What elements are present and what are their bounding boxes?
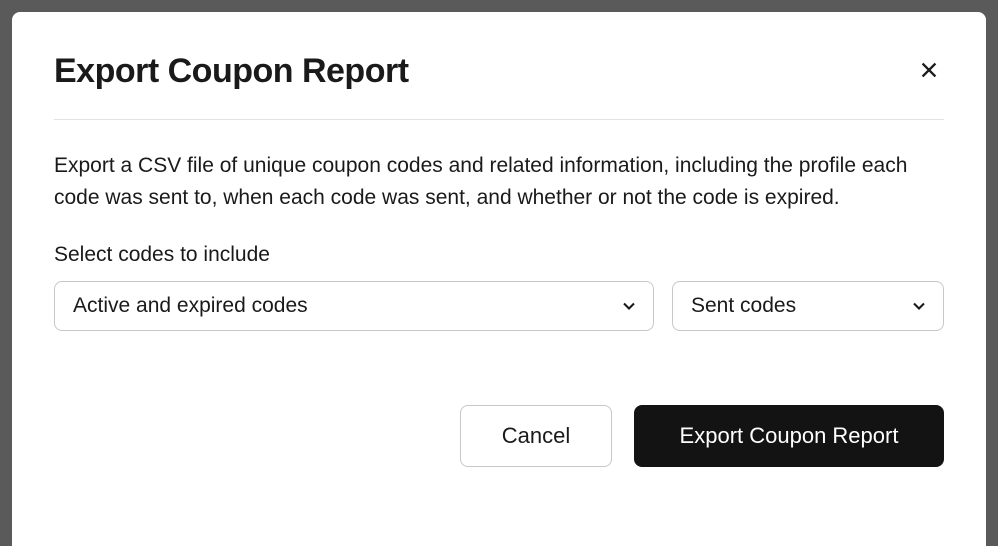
chevron-down-icon (619, 296, 639, 316)
modal-title: Export Coupon Report (54, 52, 409, 91)
chevron-down-icon (909, 296, 929, 316)
close-icon (918, 59, 940, 84)
modal-header: Export Coupon Report (54, 52, 944, 120)
selects-row: Active and expired codes Sent codes (54, 281, 944, 331)
code-status-select-value: Active and expired codes (73, 294, 308, 318)
cancel-button[interactable]: Cancel (460, 405, 612, 467)
code-status-select[interactable]: Active and expired codes (54, 281, 654, 331)
sent-status-select-value: Sent codes (691, 294, 796, 318)
select-codes-label: Select codes to include (54, 243, 944, 267)
close-button[interactable] (914, 55, 944, 88)
export-coupon-report-modal: Export Coupon Report Export a CSV file o… (12, 12, 986, 546)
export-button[interactable]: Export Coupon Report (634, 405, 944, 467)
modal-footer: Cancel Export Coupon Report (54, 405, 944, 467)
sent-status-select[interactable]: Sent codes (672, 281, 944, 331)
modal-description: Export a CSV file of unique coupon codes… (54, 150, 944, 213)
